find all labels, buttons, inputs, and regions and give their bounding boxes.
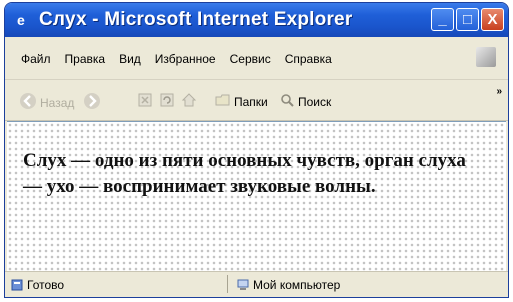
home-button[interactable] [181, 92, 197, 111]
toolbar: Назад Папки Поиск » [5, 80, 508, 121]
svg-text:e: e [17, 12, 25, 28]
title-bar[interactable]: e Слух - Microsoft Internet Explorer _ □… [5, 3, 508, 37]
browser-window: e Слух - Microsoft Internet Explorer _ □… [4, 2, 509, 298]
back-label: Назад [40, 95, 75, 110]
close-button[interactable]: X [481, 8, 504, 31]
search-button[interactable]: Поиск [279, 92, 331, 111]
menu-file[interactable]: Файл [21, 52, 51, 66]
menu-bar: Файл Правка Вид Избранное Сервис Справка [5, 37, 508, 80]
search-label: Поиск [298, 94, 332, 109]
search-icon [279, 92, 295, 111]
status-text: Готово [27, 278, 65, 292]
toolbar-more-chevron-icon[interactable]: » [496, 86, 502, 97]
minimize-button[interactable]: _ [431, 8, 454, 31]
status-bar: Готово Мой компьютер [5, 271, 508, 297]
my-computer-icon [237, 279, 249, 291]
menu-favorites[interactable]: Избранное [155, 52, 216, 66]
window-title: Слух - Microsoft Internet Explorer [39, 9, 353, 30]
zone-text: Мой компьютер [253, 278, 341, 292]
status-divider [227, 275, 228, 293]
stop-icon [137, 92, 153, 111]
page-content[interactable]: Слух — одно из пяти основных чувств, орг… [7, 121, 506, 274]
menu-view[interactable]: Вид [119, 52, 141, 66]
forward-arrow-icon [83, 92, 101, 113]
window-controls: _ □ X [431, 8, 504, 31]
refresh-button[interactable] [159, 92, 175, 111]
windows-flag-icon [476, 47, 496, 67]
back-arrow-icon [19, 92, 37, 113]
menu-help[interactable]: Справка [285, 52, 332, 66]
page-status-icon [11, 279, 23, 291]
stop-button[interactable] [137, 92, 153, 111]
folders-label: Папки [234, 94, 268, 109]
folders-button[interactable]: Папки [215, 92, 268, 111]
maximize-button[interactable]: □ [456, 8, 479, 31]
ie-logo-icon: e [15, 12, 31, 28]
menu-tools[interactable]: Сервис [230, 52, 271, 66]
page-body-text: Слух — одно из пяти основных чувств, орг… [23, 150, 466, 197]
folders-icon [215, 92, 231, 111]
refresh-icon [159, 92, 175, 111]
forward-button[interactable] [83, 92, 101, 113]
menu-edit[interactable]: Правка [65, 52, 106, 66]
home-icon [181, 92, 197, 111]
back-button[interactable]: Назад [19, 92, 74, 113]
